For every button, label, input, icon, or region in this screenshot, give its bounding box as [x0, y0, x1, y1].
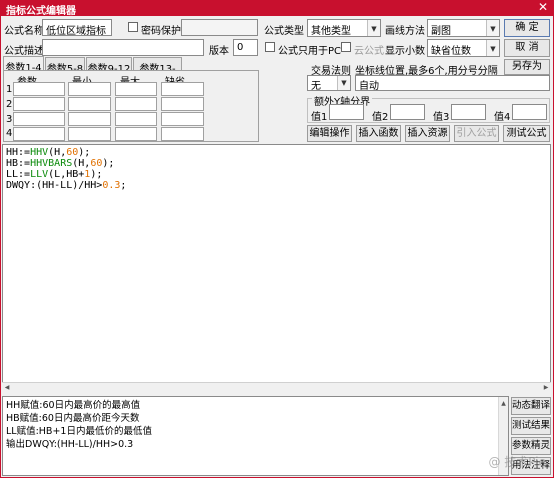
coord-line-input[interactable]: 自动 — [355, 75, 550, 91]
insert-resource-button[interactable]: 插入资源 — [405, 125, 450, 142]
decimals-label: 显示小数 — [385, 46, 425, 57]
title-bar: 指标公式编辑器 ✕ — [0, 0, 554, 17]
info-line: HB赋值:60日内最高价距今天数 — [6, 413, 140, 424]
pc-only-label: 公式只用于PC — [278, 46, 342, 57]
code-line: HH:=HHV(H,60); — [6, 147, 91, 158]
close-icon[interactable]: ✕ — [532, 0, 554, 16]
version-label: 版本 — [209, 46, 229, 57]
axis-value-label: 值2 — [372, 112, 389, 123]
axis-value-3-input[interactable] — [451, 104, 486, 120]
formula-name-input[interactable]: 低位区域指标 — [42, 19, 112, 36]
param-min-cell[interactable] — [68, 112, 111, 126]
cancel-button[interactable]: 取 消 — [504, 39, 550, 57]
param-max-cell[interactable] — [115, 82, 157, 96]
decimals-value: 缺省位数 — [431, 46, 471, 57]
param-row-num: 4 — [6, 128, 13, 139]
translation-panel: HH赋值:60日内最高价的最高值 HB赋值:60日内最高价距今天数 LL赋值:H… — [2, 396, 509, 476]
param-row-num: 2 — [6, 99, 13, 110]
axis-value-1-input[interactable] — [329, 104, 364, 120]
window-title: 指标公式编辑器 — [6, 6, 76, 17]
scroll-right-icon[interactable]: ▶ — [541, 383, 551, 393]
decimals-select[interactable]: 缺省位数 ▼ — [427, 39, 500, 57]
param-max-cell[interactable] — [115, 112, 157, 126]
formula-desc-input[interactable] — [42, 39, 204, 56]
watermark: @ 技术Pie — [488, 455, 546, 469]
info-line: LL赋值:HB+1日内最低价的最低值 — [6, 426, 152, 437]
param-name-cell[interactable] — [13, 112, 65, 126]
password-label: 密码保护 — [141, 26, 181, 37]
code-line: DWQY:(HH-LL)/HH>0.3; — [6, 180, 127, 191]
save-as-button[interactable]: 另存为 — [504, 59, 550, 75]
param-min-cell[interactable] — [68, 97, 111, 111]
code-editor[interactable]: HH:=HHV(H,60); HB:=HHVBARS(H,60); LL:=LL… — [2, 144, 551, 392]
axis-value-4-input[interactable] — [512, 104, 547, 120]
code-line: HB:=HHVBARS(H,60); — [6, 158, 115, 169]
param-default-cell[interactable] — [161, 82, 204, 96]
param-max-cell[interactable] — [115, 97, 157, 111]
test-formula-button[interactable]: 测试公式 — [503, 125, 550, 142]
tab-params-9-12[interactable]: 参数9-12 — [86, 57, 132, 75]
pc-only-checkbox[interactable] — [265, 42, 275, 52]
draw-method-select[interactable]: 副图 ▼ — [427, 19, 500, 37]
trade-rule-select[interactable]: 无 ▼ — [307, 75, 351, 92]
axis-value-2-input[interactable] — [390, 104, 425, 120]
tab-params-5-8[interactable]: 参数5-8 — [45, 57, 85, 75]
axis-value-label: 值3 — [433, 112, 450, 123]
formula-type-label: 公式类型 — [264, 26, 304, 37]
edit-ops-button[interactable]: 编辑操作 — [307, 125, 352, 142]
param-default-cell[interactable] — [161, 112, 204, 126]
password-input[interactable] — [181, 19, 258, 36]
scroll-left-icon[interactable]: ◀ — [2, 383, 12, 393]
axis-value-label: 值1 — [311, 112, 328, 123]
cloud-checkbox[interactable] — [341, 42, 351, 52]
formula-type-value: 其他类型 — [311, 26, 351, 37]
param-name-cell[interactable] — [13, 97, 65, 111]
chevron-down-icon: ▼ — [367, 20, 380, 36]
axis-value-label: 值4 — [494, 112, 511, 123]
tab-params-1-4[interactable]: 参数1-4 — [3, 56, 44, 74]
import-formula-button[interactable]: 引入公式 — [454, 125, 499, 142]
param-row-num: 1 — [6, 84, 13, 95]
param-default-cell[interactable] — [161, 127, 204, 141]
param-default-cell[interactable] — [161, 97, 204, 111]
horizontal-scrollbar[interactable]: ◀ ▶ — [2, 382, 551, 392]
cloud-label: 云公式 — [354, 46, 384, 57]
trade-rule-value: 无 — [311, 81, 321, 92]
param-row-num: 3 — [6, 114, 13, 125]
tab-params-13-16[interactable]: 参数13-16 — [133, 57, 182, 86]
param-min-cell[interactable] — [68, 127, 111, 141]
chevron-down-icon: ▼ — [486, 40, 499, 56]
version-input[interactable]: 0 — [233, 39, 258, 56]
password-checkbox[interactable] — [128, 22, 138, 32]
chevron-down-icon: ▼ — [486, 20, 499, 36]
formula-type-select[interactable]: 其他类型 ▼ — [307, 19, 381, 37]
param-name-cell[interactable] — [13, 82, 65, 96]
code-line: LL:=LLV(L,HB+1); — [6, 169, 103, 180]
formula-desc-label: 公式描述 — [4, 46, 44, 57]
param-min-cell[interactable] — [68, 82, 111, 96]
info-line: HH赋值:60日内最高价的最高值 — [6, 400, 141, 411]
param-name-cell[interactable] — [13, 127, 65, 141]
test-result-button[interactable]: 测试结果 — [511, 417, 551, 435]
insert-function-button[interactable]: 插入函数 — [356, 125, 401, 142]
dynamic-translate-button[interactable]: 动态翻译 — [511, 397, 551, 415]
info-line: 输出DWQY:(HH-LL)/HH>0.3 — [6, 439, 134, 450]
formula-name-label: 公式名称 — [4, 26, 44, 37]
scroll-up-icon[interactable]: ▲ — [499, 397, 508, 410]
draw-method-label: 画线方法 — [385, 26, 425, 37]
chevron-down-icon: ▼ — [337, 76, 350, 90]
draw-method-value: 副图 — [431, 26, 451, 37]
ok-button[interactable]: 确 定 — [504, 19, 550, 37]
param-max-cell[interactable] — [115, 127, 157, 141]
